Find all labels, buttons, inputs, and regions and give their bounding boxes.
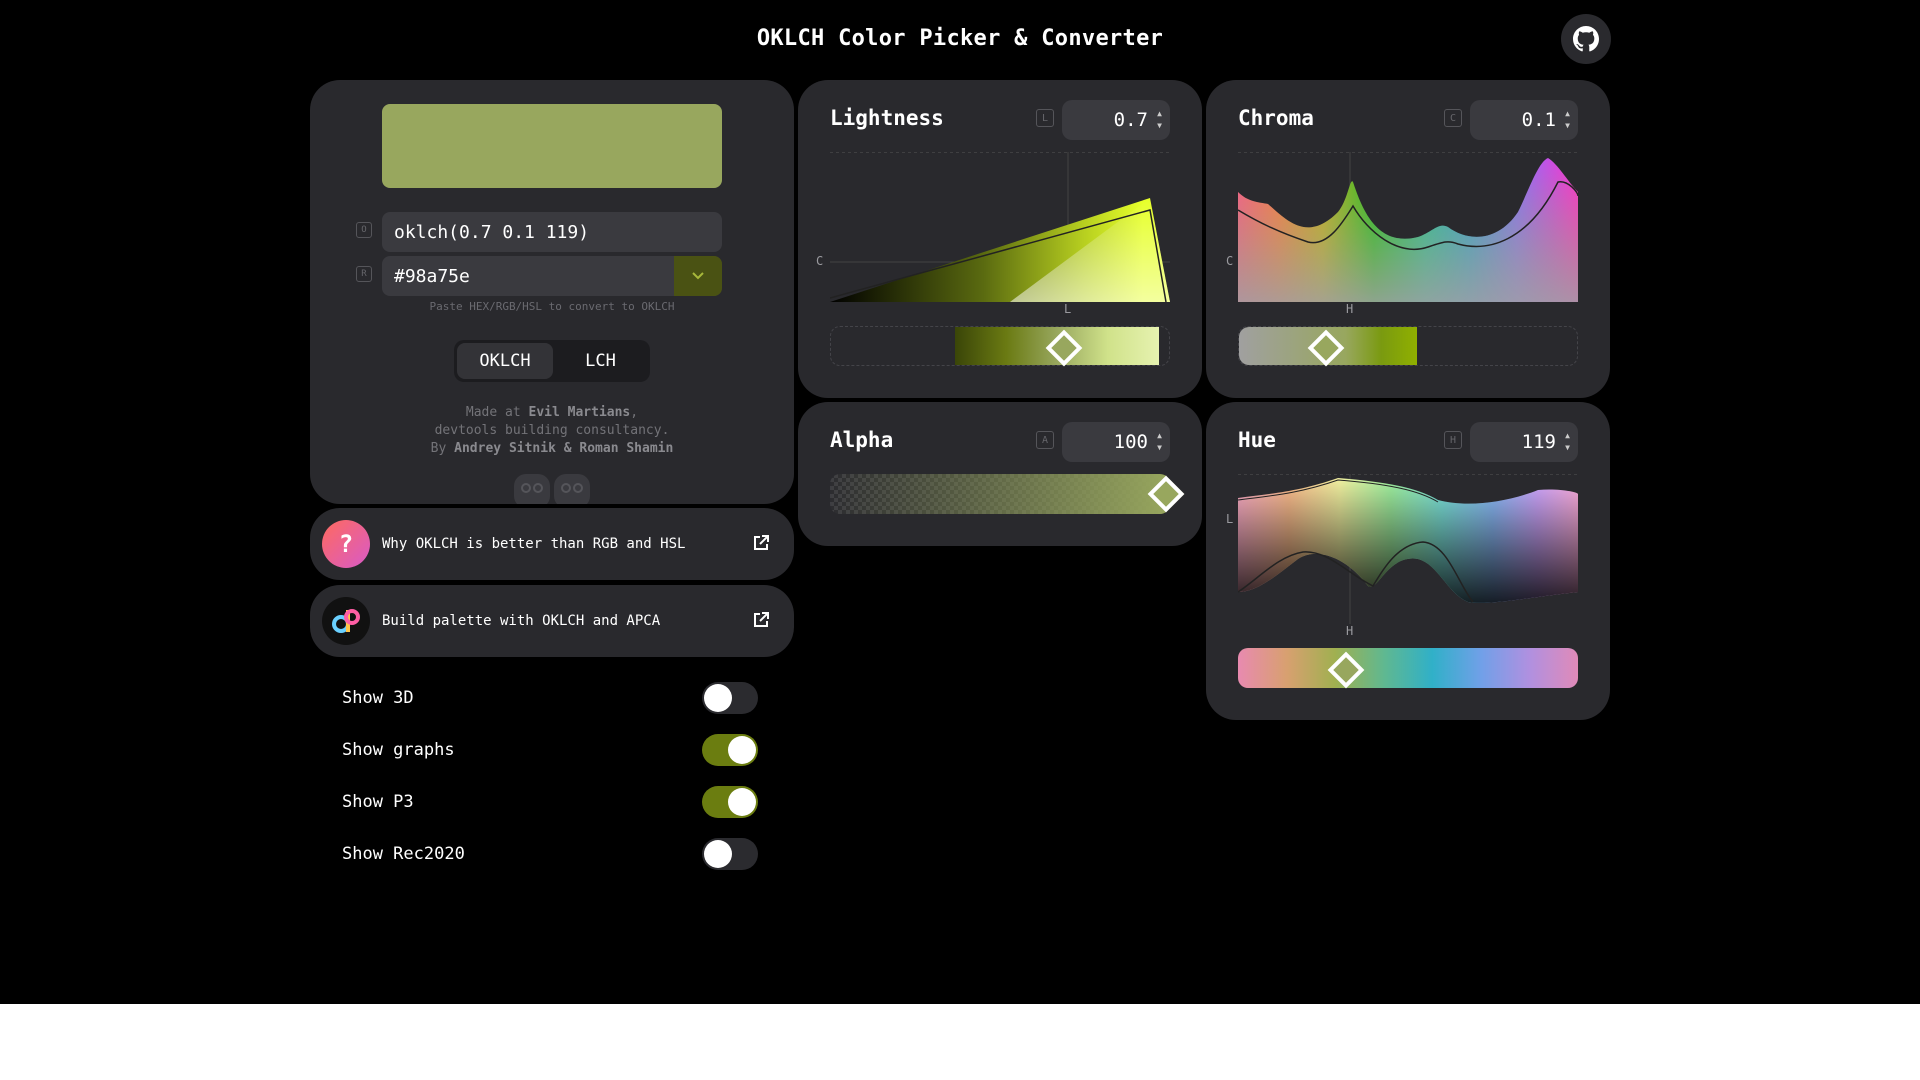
- chroma-value: 0.1: [1521, 109, 1556, 131]
- hue-graph: [1238, 474, 1578, 624]
- chroma-panel: Chroma C 0.1 ▲ ▼ C H: [1206, 80, 1610, 398]
- alpha-title: Alpha: [830, 428, 894, 452]
- credit-comma: ,: [630, 405, 639, 420]
- toggle-knob: [704, 684, 732, 712]
- credit-text: Made at: [465, 405, 529, 420]
- app-root: OKLCH Color Picker & Converter O oklch(0…: [0, 0, 1920, 1004]
- lightness-tag: L: [1036, 109, 1054, 127]
- lightness-value: 0.7: [1113, 109, 1148, 131]
- setting-show-rec2020: Show Rec2020: [342, 838, 758, 872]
- external-link-icon: [754, 612, 769, 627]
- hue-tag: H: [1444, 431, 1462, 449]
- setting-label: Show Rec2020: [342, 844, 465, 864]
- lightness-input[interactable]: 0.7 ▲ ▼: [1062, 100, 1170, 140]
- chroma-stepper[interactable]: ▲ ▼: [1565, 108, 1570, 132]
- lightness-title: Lightness: [830, 106, 944, 130]
- external-link-icon: [754, 535, 769, 550]
- setting-label: Show P3: [342, 792, 414, 812]
- hue-axis-y: L: [1226, 512, 1234, 526]
- github-icon: [1573, 26, 1599, 52]
- lightness-axis-y: C: [816, 254, 824, 268]
- oklch-input[interactable]: oklch(0.7 0.1 119): [382, 212, 722, 252]
- link-build-palette-label: Build palette with OKLCH and APCA: [382, 613, 661, 629]
- alpha-value: 100: [1113, 431, 1148, 453]
- main-panel: O oklch(0.7 0.1 119) R #98a75e Paste HEX…: [310, 80, 794, 504]
- credit-company-link[interactable]: Evil Martians: [529, 405, 631, 420]
- chroma-axis-x: H: [1346, 302, 1354, 316]
- oklch-field-tag: O: [356, 222, 372, 238]
- martians-mascot-icon: [514, 474, 590, 504]
- hue-slider[interactable]: [1238, 648, 1578, 688]
- hue-panel: Hue H 119 ▲ ▼ L H: [1206, 402, 1610, 720]
- github-button[interactable]: [1561, 14, 1611, 64]
- chroma-tag: C: [1444, 109, 1462, 127]
- hue-stepper[interactable]: ▲ ▼: [1565, 430, 1570, 454]
- lightness-graph: [830, 152, 1170, 303]
- alpha-tag: A: [1036, 431, 1054, 449]
- setting-show-graphs: Show graphs: [342, 734, 758, 768]
- palette-logo-icon: [322, 597, 370, 645]
- format-dropdown-button[interactable]: [674, 256, 722, 296]
- show-p3-toggle[interactable]: [702, 786, 758, 818]
- lightness-panel: Lightness L 0.7 ▲ ▼ C L: [798, 80, 1202, 398]
- alpha-panel: Alpha A 100 ▲ ▼: [798, 402, 1202, 546]
- setting-show-3d: Show 3D: [342, 682, 758, 716]
- chroma-axis-y: C: [1226, 254, 1234, 268]
- alpha-stepper[interactable]: ▲ ▼: [1157, 430, 1162, 454]
- lightness-slider[interactable]: [830, 326, 1170, 366]
- credit-authors[interactable]: Andrey Sitnik & Roman Shamin: [454, 441, 673, 456]
- hue-title: Hue: [1238, 428, 1276, 452]
- show-3d-toggle[interactable]: [702, 682, 758, 714]
- page-title: OKLCH Color Picker & Converter: [756, 26, 1164, 51]
- paste-hint: Paste HEX/RGB/HSL to convert to OKLCH: [429, 300, 675, 313]
- alpha-slider[interactable]: [830, 474, 1170, 514]
- toggle-knob: [728, 788, 756, 816]
- show-rec2020-toggle[interactable]: [702, 838, 758, 870]
- rgb-field-tag: R: [356, 266, 372, 282]
- chevron-down-icon: [692, 272, 704, 280]
- credit-by: By: [430, 441, 455, 456]
- link-why-oklch[interactable]: ? Why OKLCH is better than RGB and HSL: [310, 508, 794, 580]
- hex-input-value: #98a75e: [394, 265, 470, 287]
- setting-show-p3: Show P3: [342, 786, 758, 820]
- hue-input[interactable]: 119 ▲ ▼: [1470, 422, 1578, 462]
- hex-input[interactable]: #98a75e: [382, 256, 722, 296]
- hue-axis-x: H: [1346, 624, 1354, 638]
- color-space-switch: OKLCH LCH: [454, 340, 650, 382]
- hue-value: 119: [1521, 431, 1556, 453]
- lightness-axis-x: L: [1064, 302, 1072, 316]
- setting-label: Show 3D: [342, 688, 414, 708]
- space-lch-button[interactable]: LCH: [554, 343, 647, 379]
- lightness-stepper[interactable]: ▲ ▼: [1157, 108, 1162, 132]
- link-why-oklch-label: Why OKLCH is better than RGB and HSL: [382, 536, 686, 552]
- show-graphs-toggle[interactable]: [702, 734, 758, 766]
- chroma-slider[interactable]: [1238, 326, 1578, 366]
- toggle-knob: [704, 840, 732, 868]
- space-oklch-button[interactable]: OKLCH: [457, 343, 553, 379]
- oklch-input-value: oklch(0.7 0.1 119): [394, 221, 590, 243]
- setting-label: Show graphs: [342, 740, 455, 760]
- chroma-title: Chroma: [1238, 106, 1314, 130]
- chroma-graph: [1238, 152, 1578, 302]
- toggle-knob: [728, 736, 756, 764]
- credits: Made at Evil Martians, devtools building…: [310, 404, 794, 458]
- alpha-input[interactable]: 100 ▲ ▼: [1062, 422, 1170, 462]
- color-preview: [382, 104, 722, 188]
- link-build-palette[interactable]: Build palette with OKLCH and APCA: [310, 585, 794, 657]
- question-icon: ?: [322, 520, 370, 568]
- chroma-input[interactable]: 0.1 ▲ ▼: [1470, 100, 1578, 140]
- credit-line2: devtools building consultancy.: [434, 423, 670, 438]
